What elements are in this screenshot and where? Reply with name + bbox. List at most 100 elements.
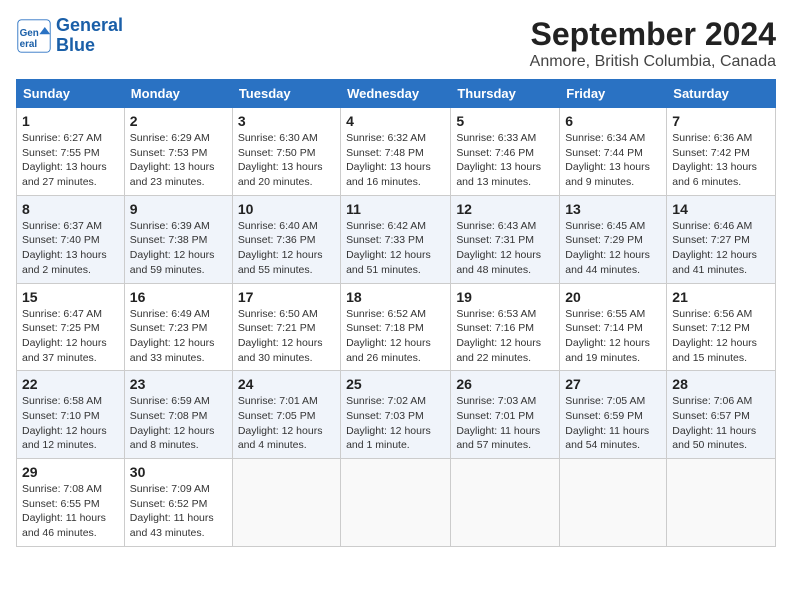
day-cell: 8Sunrise: 6:37 AMSunset: 7:40 PMDaylight… xyxy=(17,195,125,283)
day-info: Sunrise: 6:42 AMSunset: 7:33 PMDaylight:… xyxy=(346,219,445,278)
day-number: 18 xyxy=(346,289,445,305)
day-number: 2 xyxy=(130,113,227,129)
day-info: Sunrise: 6:52 AMSunset: 7:18 PMDaylight:… xyxy=(346,307,445,366)
day-number: 26 xyxy=(456,376,554,392)
day-cell: 9Sunrise: 6:39 AMSunset: 7:38 PMDaylight… xyxy=(124,195,232,283)
day-number: 27 xyxy=(565,376,661,392)
day-cell: 11 Sunrise: 6:42 AMSunset: 7:33 PMDayligh… xyxy=(341,195,451,283)
day-cell: 21 Sunrise: 6:56 AMSunset: 7:12 PMDayligh… xyxy=(667,283,776,371)
day-info: Sunrise: 6:55 AMSunset: 7:14 PMDaylight:… xyxy=(565,307,661,366)
day-info: Sunrise: 6:58 AMSunset: 7:10 PMDaylight:… xyxy=(22,394,119,453)
day-cell: 22 Sunrise: 6:58 AMSunset: 7:10 PMDayligh… xyxy=(17,371,125,459)
day-number: 3 xyxy=(238,113,335,129)
day-number: 11 xyxy=(346,201,445,217)
day-number: 14 xyxy=(672,201,770,217)
day-cell: 27Sunrise: 7:05 AMSunset: 6:59 PMDayligh… xyxy=(560,371,667,459)
header-cell-saturday: Saturday xyxy=(667,80,776,108)
header-cell-monday: Monday xyxy=(124,80,232,108)
day-cell: 25 Sunrise: 7:02 AMSunset: 7:03 PMDayligh… xyxy=(341,371,451,459)
day-cell: 14 Sunrise: 6:46 AMSunset: 7:27 PMDayligh… xyxy=(667,195,776,283)
day-cell: 2 Sunrise: 6:29 AMSunset: 7:53 PMDaylight… xyxy=(124,108,232,196)
header-cell-thursday: Thursday xyxy=(451,80,560,108)
week-row-3: 15 Sunrise: 6:47 AMSunset: 7:25 PMDayligh… xyxy=(17,283,776,371)
day-cell: 20 Sunrise: 6:55 AMSunset: 7:14 PMDayligh… xyxy=(560,283,667,371)
day-info: Sunrise: 7:01 AMSunset: 7:05 PMDaylight:… xyxy=(238,394,335,453)
day-info: Sunrise: 6:59 AMSunset: 7:08 PMDaylight:… xyxy=(130,394,227,453)
day-number: 23 xyxy=(130,376,227,392)
day-cell: 28 Sunrise: 7:06 AMSunset: 6:57 PMDayligh… xyxy=(667,371,776,459)
day-info: Sunrise: 7:02 AMSunset: 7:03 PMDaylight:… xyxy=(346,394,445,453)
day-cell xyxy=(560,459,667,547)
day-number: 10 xyxy=(238,201,335,217)
day-info: Sunrise: 6:40 AMSunset: 7:36 PMDaylight:… xyxy=(238,219,335,278)
day-cell xyxy=(232,459,340,547)
day-number: 21 xyxy=(672,289,770,305)
header-cell-wednesday: Wednesday xyxy=(341,80,451,108)
logo-general: General xyxy=(56,15,123,35)
day-cell: 3 Sunrise: 6:30 AMSunset: 7:50 PMDaylight… xyxy=(232,108,340,196)
page-title: September 2024 xyxy=(530,16,776,53)
day-number: 25 xyxy=(346,376,445,392)
day-cell: 10 Sunrise: 6:40 AMSunset: 7:36 PMDayligh… xyxy=(232,195,340,283)
day-number: 28 xyxy=(672,376,770,392)
day-info: Sunrise: 6:36 AMSunset: 7:42 PMDaylight:… xyxy=(672,131,770,190)
day-number: 19 xyxy=(456,289,554,305)
day-cell: 4Sunrise: 6:32 AMSunset: 7:48 PMDaylight… xyxy=(341,108,451,196)
day-info: Sunrise: 6:29 AMSunset: 7:53 PMDaylight:… xyxy=(130,131,227,190)
svg-text:Gen: Gen xyxy=(20,28,39,39)
day-cell: 7 Sunrise: 6:36 AMSunset: 7:42 PMDaylight… xyxy=(667,108,776,196)
day-number: 4 xyxy=(346,113,445,129)
day-cell: 23 Sunrise: 6:59 AMSunset: 7:08 PMDayligh… xyxy=(124,371,232,459)
day-info: Sunrise: 6:47 AMSunset: 7:25 PMDaylight:… xyxy=(22,307,119,366)
day-number: 17 xyxy=(238,289,335,305)
day-cell: 29Sunrise: 7:08 AMSunset: 6:55 PMDayligh… xyxy=(17,459,125,547)
day-number: 22 xyxy=(22,376,119,392)
page-subtitle: Anmore, British Columbia, Canada xyxy=(530,53,776,71)
day-info: Sunrise: 6:56 AMSunset: 7:12 PMDaylight:… xyxy=(672,307,770,366)
logo-text: General Blue xyxy=(56,16,123,56)
day-number: 9 xyxy=(130,201,227,217)
day-info: Sunrise: 6:45 AMSunset: 7:29 PMDaylight:… xyxy=(565,219,661,278)
day-info: Sunrise: 6:30 AMSunset: 7:50 PMDaylight:… xyxy=(238,131,335,190)
day-cell xyxy=(451,459,560,547)
logo: Gen eral General Blue xyxy=(16,16,123,56)
title-block: September 2024 Anmore, British Columbia,… xyxy=(530,16,776,71)
day-cell: 26 Sunrise: 7:03 AMSunset: 7:01 PMDayligh… xyxy=(451,371,560,459)
day-cell: 15 Sunrise: 6:47 AMSunset: 7:25 PMDayligh… xyxy=(17,283,125,371)
day-number: 5 xyxy=(456,113,554,129)
day-number: 7 xyxy=(672,113,770,129)
day-info: Sunrise: 6:50 AMSunset: 7:21 PMDaylight:… xyxy=(238,307,335,366)
week-row-4: 22 Sunrise: 6:58 AMSunset: 7:10 PMDayligh… xyxy=(17,371,776,459)
day-number: 16 xyxy=(130,289,227,305)
header-cell-sunday: Sunday xyxy=(17,80,125,108)
day-info: Sunrise: 6:34 AMSunset: 7:44 PMDaylight:… xyxy=(565,131,661,190)
day-number: 20 xyxy=(565,289,661,305)
day-cell: 19 Sunrise: 6:53 AMSunset: 7:16 PMDayligh… xyxy=(451,283,560,371)
day-number: 24 xyxy=(238,376,335,392)
day-info: Sunrise: 6:53 AMSunset: 7:16 PMDaylight:… xyxy=(456,307,554,366)
day-info: Sunrise: 7:08 AMSunset: 6:55 PMDaylight:… xyxy=(22,482,119,541)
day-info: Sunrise: 6:43 AMSunset: 7:31 PMDaylight:… xyxy=(456,219,554,278)
day-cell: 18 Sunrise: 6:52 AMSunset: 7:18 PMDayligh… xyxy=(341,283,451,371)
day-cell: 16Sunrise: 6:49 AMSunset: 7:23 PMDayligh… xyxy=(124,283,232,371)
day-info: Sunrise: 7:06 AMSunset: 6:57 PMDaylight:… xyxy=(672,394,770,453)
day-info: Sunrise: 7:09 AMSunset: 6:52 PMDaylight:… xyxy=(130,482,227,541)
day-number: 15 xyxy=(22,289,119,305)
day-cell: 12Sunrise: 6:43 AMSunset: 7:31 PMDayligh… xyxy=(451,195,560,283)
day-cell: 13 Sunrise: 6:45 AMSunset: 7:29 PMDayligh… xyxy=(560,195,667,283)
calendar-header: SundayMondayTuesdayWednesdayThursdayFrid… xyxy=(17,80,776,108)
day-cell: 5Sunrise: 6:33 AMSunset: 7:46 PMDaylight… xyxy=(451,108,560,196)
week-row-2: 8Sunrise: 6:37 AMSunset: 7:40 PMDaylight… xyxy=(17,195,776,283)
day-info: Sunrise: 6:46 AMSunset: 7:27 PMDaylight:… xyxy=(672,219,770,278)
day-number: 30 xyxy=(130,464,227,480)
day-number: 6 xyxy=(565,113,661,129)
day-number: 13 xyxy=(565,201,661,217)
day-info: Sunrise: 7:03 AMSunset: 7:01 PMDaylight:… xyxy=(456,394,554,453)
day-cell: 17 Sunrise: 6:50 AMSunset: 7:21 PMDayligh… xyxy=(232,283,340,371)
logo-icon: Gen eral xyxy=(16,18,52,54)
day-cell: 6 Sunrise: 6:34 AMSunset: 7:44 PMDaylight… xyxy=(560,108,667,196)
day-number: 1 xyxy=(22,113,119,129)
day-cell xyxy=(341,459,451,547)
day-cell xyxy=(667,459,776,547)
day-info: Sunrise: 6:37 AMSunset: 7:40 PMDaylight:… xyxy=(22,219,119,278)
